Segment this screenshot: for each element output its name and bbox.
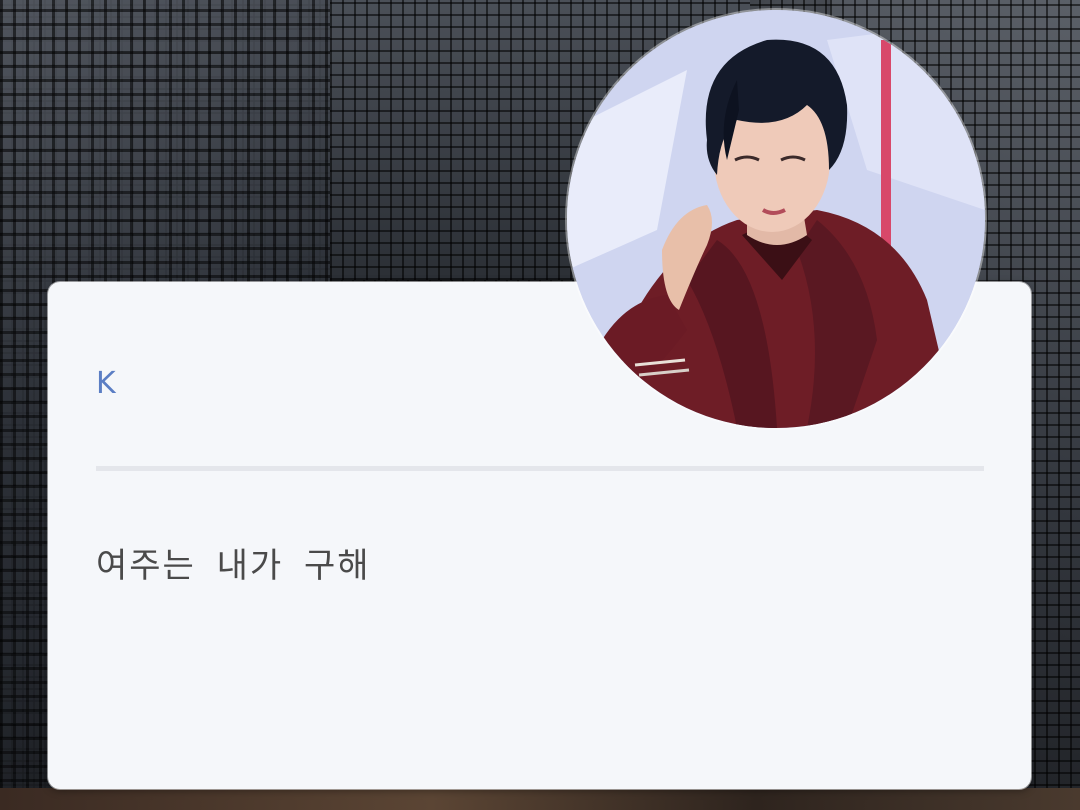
avatar-photo-icon xyxy=(567,10,985,428)
profile-avatar xyxy=(567,10,985,428)
background-street xyxy=(0,788,1080,810)
message-text: 여주는 내가 구해 xyxy=(96,546,371,586)
sender-name: K xyxy=(96,366,117,401)
divider xyxy=(96,466,984,471)
